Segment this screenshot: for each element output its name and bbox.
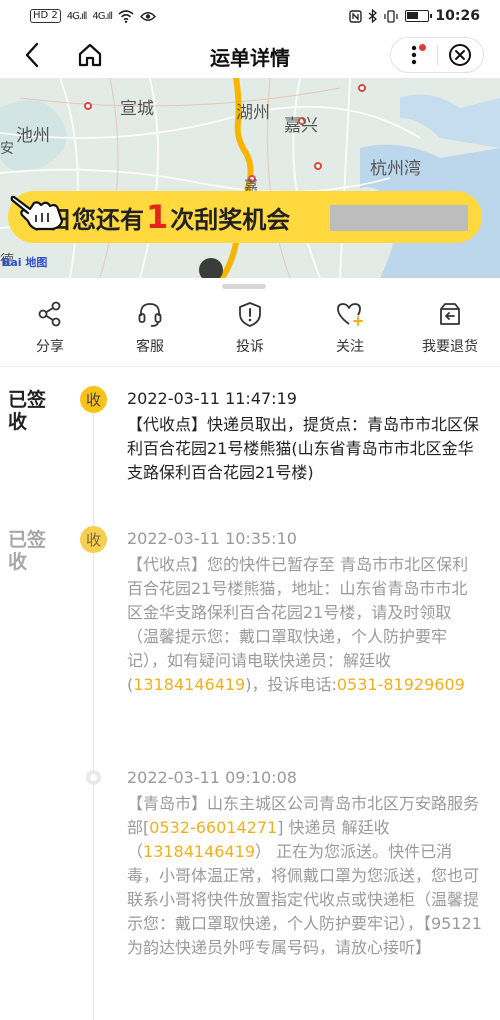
heart-plus-icon bbox=[334, 298, 366, 330]
timeline-text: 【代收点】您的快件已暂存至 青岛市市北区保利百合花园21号楼熊猫，地址：山东省青… bbox=[127, 553, 483, 697]
timeline-entry: 2022-03-11 11:47:19 【代收点】快递员取出，提货点：青岛市市北… bbox=[127, 387, 483, 485]
timeline-status: 已签收 bbox=[8, 529, 47, 573]
timeline-text-b: )，投诉电话: bbox=[245, 675, 337, 694]
map-city-label: 安 bbox=[0, 141, 14, 157]
map-logo: Bai 地图 bbox=[2, 256, 48, 269]
wifi-icon bbox=[118, 9, 134, 23]
bluetooth-icon bbox=[368, 9, 378, 23]
nav-bar: 运单详情 bbox=[0, 32, 500, 78]
follow-button[interactable]: 关注 bbox=[300, 292, 400, 362]
battery-icon bbox=[405, 10, 433, 22]
scratch-area[interactable] bbox=[330, 205, 468, 231]
map-city-label: 宣城 bbox=[120, 99, 154, 119]
eye-icon bbox=[140, 11, 156, 21]
branch-phone-link[interactable]: 0532-66014271 bbox=[149, 818, 277, 837]
action-label: 分享 bbox=[36, 339, 64, 355]
pointing-hand-icon bbox=[10, 195, 64, 231]
customer-service-button[interactable]: 客服 bbox=[100, 292, 200, 362]
map-city-label: 杭州湾 bbox=[370, 159, 421, 179]
timeline-entry: 2022-03-11 10:35:10 【代收点】您的快件已暂存至 青岛市市北区… bbox=[127, 527, 483, 697]
lottery-suffix: 次刮奖机会 bbox=[170, 206, 291, 234]
courier-phone-link[interactable]: 13184146419 bbox=[133, 675, 245, 694]
more-vertical-icon bbox=[411, 45, 416, 65]
section-divider bbox=[0, 366, 500, 367]
action-label: 客服 bbox=[136, 339, 164, 355]
map-city-label: 池州 bbox=[16, 126, 50, 146]
hd-indicator: HD 2 bbox=[30, 9, 61, 23]
headset-icon bbox=[134, 298, 166, 330]
action-label: 投诉 bbox=[236, 339, 264, 355]
map-city-label: 湖州 bbox=[236, 103, 270, 123]
timeline-entry: 2022-03-11 09:10:08 【青岛市】山东主城区公司青岛市北区万安路… bbox=[127, 766, 483, 960]
nfc-icon bbox=[349, 9, 363, 23]
lottery-count: 1 bbox=[146, 198, 169, 236]
timeline-text-a: 【代收点】您的快件已暂存至 青岛市市北区保利百合花园21号楼熊猫，地址：山东省青… bbox=[127, 555, 469, 694]
share-button[interactable]: 分享 bbox=[0, 292, 100, 362]
status-left: HD 2 4G.ıll 4G.ıll bbox=[30, 9, 156, 23]
complaint-button[interactable]: 投诉 bbox=[200, 292, 300, 362]
action-label: 关注 bbox=[336, 339, 364, 355]
signal-2-icon: 4G.ıll bbox=[92, 10, 113, 22]
share-icon bbox=[34, 298, 66, 330]
timeline-time: 2022-03-11 11:47:19 bbox=[127, 389, 297, 408]
vibrate-icon bbox=[384, 9, 399, 23]
mini-program-capsule bbox=[390, 37, 484, 73]
timeline-text: 【青岛市】山东主城区公司青岛市北区万安路服务部[0532-66014271] 快… bbox=[127, 792, 483, 960]
status-right: 10:26 bbox=[349, 8, 480, 24]
close-button[interactable] bbox=[437, 38, 483, 72]
timeline-time: 2022-03-11 10:35:10 bbox=[127, 529, 297, 548]
timeline-time: 2022-03-11 09:10:08 bbox=[127, 768, 297, 787]
more-button[interactable] bbox=[391, 38, 437, 72]
route-map[interactable]: 池州 宣城 湖州 嘉兴 杭州湾 德 嘉 安 今日您还有 1 次刮奖机会 Bai … bbox=[0, 78, 500, 278]
return-box-icon bbox=[434, 298, 466, 330]
notification-dot bbox=[418, 44, 426, 51]
timeline-status: 已签收 bbox=[8, 389, 47, 433]
signal-1-icon: 4G.ıll bbox=[66, 10, 88, 22]
timeline-line bbox=[93, 392, 94, 1020]
complaint-phone-link[interactable]: 0531-81929609 bbox=[337, 675, 465, 694]
scratch-lottery-banner[interactable]: 今日您还有 1 次刮奖机会 bbox=[8, 191, 482, 243]
signed-badge: 收 bbox=[80, 526, 107, 553]
action-bar: 分享 客服 投诉 关注 我要退货 bbox=[0, 292, 500, 362]
return-goods-button[interactable]: 我要退货 bbox=[400, 292, 500, 362]
timeline-dot bbox=[86, 770, 101, 785]
status-bar: HD 2 4G.ıll 4G.ıll 10:26 bbox=[0, 0, 500, 32]
action-label: 我要退货 bbox=[422, 339, 478, 355]
clock: 10:26 bbox=[435, 8, 480, 24]
close-circle-icon bbox=[449, 44, 472, 66]
map-city-label: 嘉兴 bbox=[284, 116, 318, 136]
courier-phone-link[interactable]: 13184146419 bbox=[143, 842, 255, 861]
timeline-text: 【代收点】快递员取出，提货点：青岛市市北区保利百合花园21号楼熊猫(山东省青岛市… bbox=[127, 415, 480, 482]
signed-badge: 收 bbox=[80, 386, 107, 413]
drag-handle[interactable] bbox=[222, 284, 266, 289]
complaint-shield-icon bbox=[234, 298, 266, 330]
